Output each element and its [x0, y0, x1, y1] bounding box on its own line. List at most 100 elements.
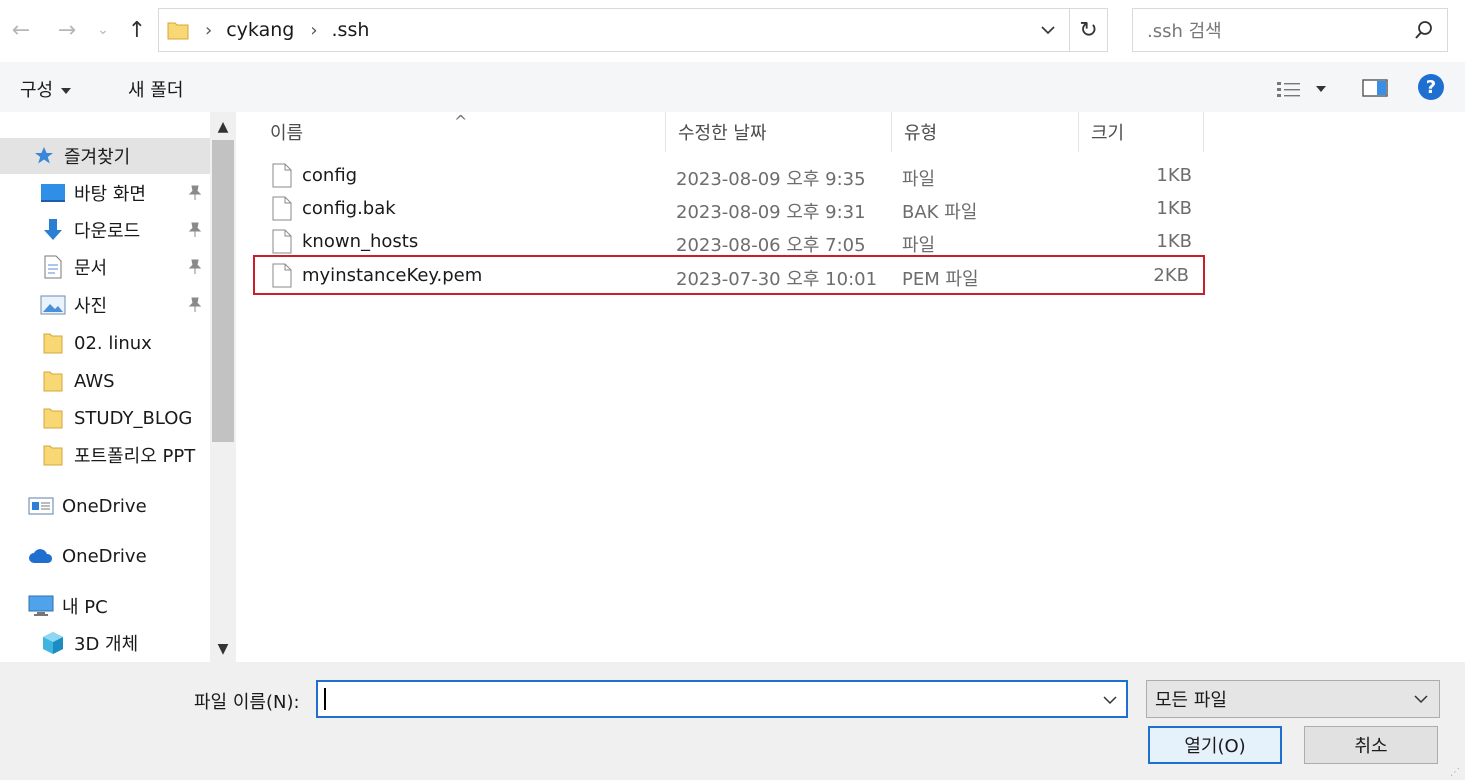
organize-button[interactable]: 구성 — [20, 76, 72, 102]
file-type: 파일 — [902, 235, 936, 256]
file-name: config.bak — [302, 198, 396, 219]
sidebar-item-onedrive-2[interactable]: OneDrive — [0, 538, 210, 574]
details-view-icon — [1277, 82, 1300, 97]
arrow-left-icon: ← — [11, 17, 31, 43]
chevron-down-icon: ⌄ — [97, 22, 109, 38]
file-row-highlighted[interactable]: myinstanceKey.pem 2023-07-30 오후 10:01 PE… — [253, 255, 1205, 295]
address-bar-row: ← → ⌄ ↑ › cykang › .ssh ↻ .ssh 검색 — [0, 0, 1465, 62]
search-placeholder: .ssh 검색 — [1147, 21, 1222, 42]
filename-label: 파일 이름(N): — [194, 692, 300, 713]
file-type: BAK 파일 — [902, 202, 978, 223]
file-type-select[interactable]: 모든 파일 — [1146, 680, 1440, 718]
column-header-modified[interactable]: 수정한 날짜 — [666, 112, 892, 152]
scroll-down-button[interactable]: ▼ — [210, 636, 236, 662]
file-row[interactable]: known_hosts 2023-08-06 오후 7:05 파일 1KB — [256, 226, 1206, 258]
view-options-button[interactable] — [1276, 78, 1326, 99]
sidebar-item-folder-study-blog[interactable]: STUDY_BLOG — [0, 400, 210, 436]
sidebar-item-downloads[interactable]: 다운로드 — [0, 212, 210, 248]
column-label: 수정한 날짜 — [678, 123, 767, 144]
column-header-type[interactable]: 유형 — [892, 112, 1079, 152]
file-size: 2KB — [1153, 265, 1189, 286]
resize-grip-icon[interactable]: ⋰ — [1450, 768, 1461, 778]
file-name: config — [302, 165, 358, 186]
file-icon — [272, 229, 292, 254]
filename-input[interactable] — [316, 680, 1128, 718]
scroll-up-button[interactable]: ▲ — [210, 114, 236, 140]
folder-icon — [40, 331, 66, 355]
sidebar-item-label: 포트폴리오 PPT — [74, 446, 196, 467]
sidebar-item-label: 사진 — [74, 296, 108, 317]
forward-button[interactable]: → — [52, 14, 82, 46]
breadcrumb-cykang[interactable]: cykang — [226, 19, 294, 41]
column-header-size[interactable]: 크기 — [1079, 112, 1204, 152]
sidebar-item-label: 내 PC — [62, 597, 108, 618]
preview-pane-button[interactable] — [1362, 78, 1388, 103]
sidebar-item-label: 다운로드 — [74, 221, 141, 242]
pictures-icon — [40, 293, 66, 317]
recent-locations-button[interactable]: ⌄ — [92, 14, 114, 46]
sidebar-item-folder-portfolio[interactable]: 포트폴리오 PPT — [0, 437, 210, 473]
file-name: myinstanceKey.pem — [302, 265, 483, 286]
star-icon — [34, 144, 54, 168]
file-icon — [272, 196, 292, 221]
3d-objects-icon — [40, 631, 66, 655]
help-icon[interactable]: ? — [1418, 74, 1444, 100]
folder-icon — [40, 443, 66, 467]
pin-icon[interactable] — [188, 259, 202, 275]
pin-icon[interactable] — [188, 297, 202, 313]
preview-pane-icon — [1362, 79, 1388, 97]
file-name: known_hosts — [302, 231, 419, 252]
sidebar-item-3d-objects[interactable]: 3D 개체 — [0, 625, 210, 661]
pin-icon[interactable] — [188, 185, 202, 201]
chevron-down-icon[interactable] — [1100, 690, 1120, 710]
pc-icon — [28, 594, 54, 618]
file-type-selected: 모든 파일 — [1155, 690, 1227, 711]
sidebar-item-label: 3D 개체 — [74, 634, 139, 655]
sidebar-item-label: 바탕 화면 — [74, 184, 146, 205]
sidebar-item-folder-linux[interactable]: 02. linux — [0, 325, 210, 361]
cancel-button[interactable]: 취소 — [1304, 726, 1438, 764]
file-row[interactable]: config.bak 2023-08-09 오후 9:31 BAK 파일 1KB — [256, 193, 1206, 225]
sidebar-item-favorites[interactable]: 즐겨찾기 — [0, 138, 210, 174]
sidebar-item-desktop[interactable]: 바탕 화면 — [0, 175, 210, 211]
dialog-footer: 파일 이름(N): 모든 파일 열기(O) 취소 ⋰ — [0, 662, 1465, 780]
file-type: 파일 — [902, 169, 936, 190]
up-button[interactable]: ↑ — [122, 14, 152, 46]
pin-icon[interactable] — [188, 222, 202, 238]
sidebar-item-folder-aws[interactable]: AWS — [0, 363, 210, 399]
file-list: 이름 ^ 수정한 날짜 유형 크기 config 2023-08-09 오후 9… — [236, 112, 1465, 662]
navigation-pane: 즐겨찾기 바탕 화면 다운로드 문서 사진 02. linux AWS STUD… — [0, 112, 236, 662]
column-label: 크기 — [1091, 123, 1125, 144]
search-icon — [1415, 21, 1432, 39]
sidebar-item-label: AWS — [74, 370, 115, 392]
chevron-down-icon: ▼ — [217, 641, 229, 657]
sidebar-item-label: OneDrive — [62, 495, 147, 517]
file-modified: 2023-08-09 오후 9:31 — [676, 202, 866, 223]
column-label: 이름 — [270, 123, 304, 144]
chevron-down-icon[interactable] — [1037, 19, 1059, 41]
folder-icon — [40, 406, 66, 430]
file-size: 1KB — [1156, 198, 1192, 219]
sidebar-item-onedrive-1[interactable]: OneDrive — [0, 488, 210, 524]
refresh-button[interactable]: ↻ — [1070, 8, 1108, 52]
sidebar-item-documents[interactable]: 문서 — [0, 249, 210, 285]
breadcrumb-ssh[interactable]: .ssh — [332, 19, 370, 41]
download-icon — [40, 218, 66, 242]
file-modified: 2023-07-30 오후 10:01 — [676, 269, 878, 290]
refresh-icon: ↻ — [1079, 17, 1098, 43]
search-input[interactable]: .ssh 검색 — [1132, 8, 1448, 52]
sidebar-item-label: 문서 — [74, 258, 108, 279]
sidebar-item-pictures[interactable]: 사진 — [0, 287, 210, 323]
address-input[interactable]: › cykang › .ssh — [158, 8, 1070, 52]
sidebar-item-this-pc[interactable]: 내 PC — [0, 588, 210, 624]
open-button[interactable]: 열기(O) — [1148, 726, 1282, 764]
file-row[interactable]: config 2023-08-09 오후 9:35 파일 1KB — [256, 160, 1206, 192]
folder-icon — [40, 369, 66, 393]
sidebar-scrollbar-thumb[interactable] — [212, 140, 234, 442]
chevron-down-icon — [1414, 695, 1428, 704]
caret-down-icon — [1316, 86, 1326, 92]
back-button[interactable]: ← — [6, 14, 36, 46]
chevron-up-icon: ▲ — [217, 119, 229, 135]
folder-icon — [167, 22, 189, 40]
new-folder-button[interactable]: 새 폴더 — [128, 76, 183, 102]
